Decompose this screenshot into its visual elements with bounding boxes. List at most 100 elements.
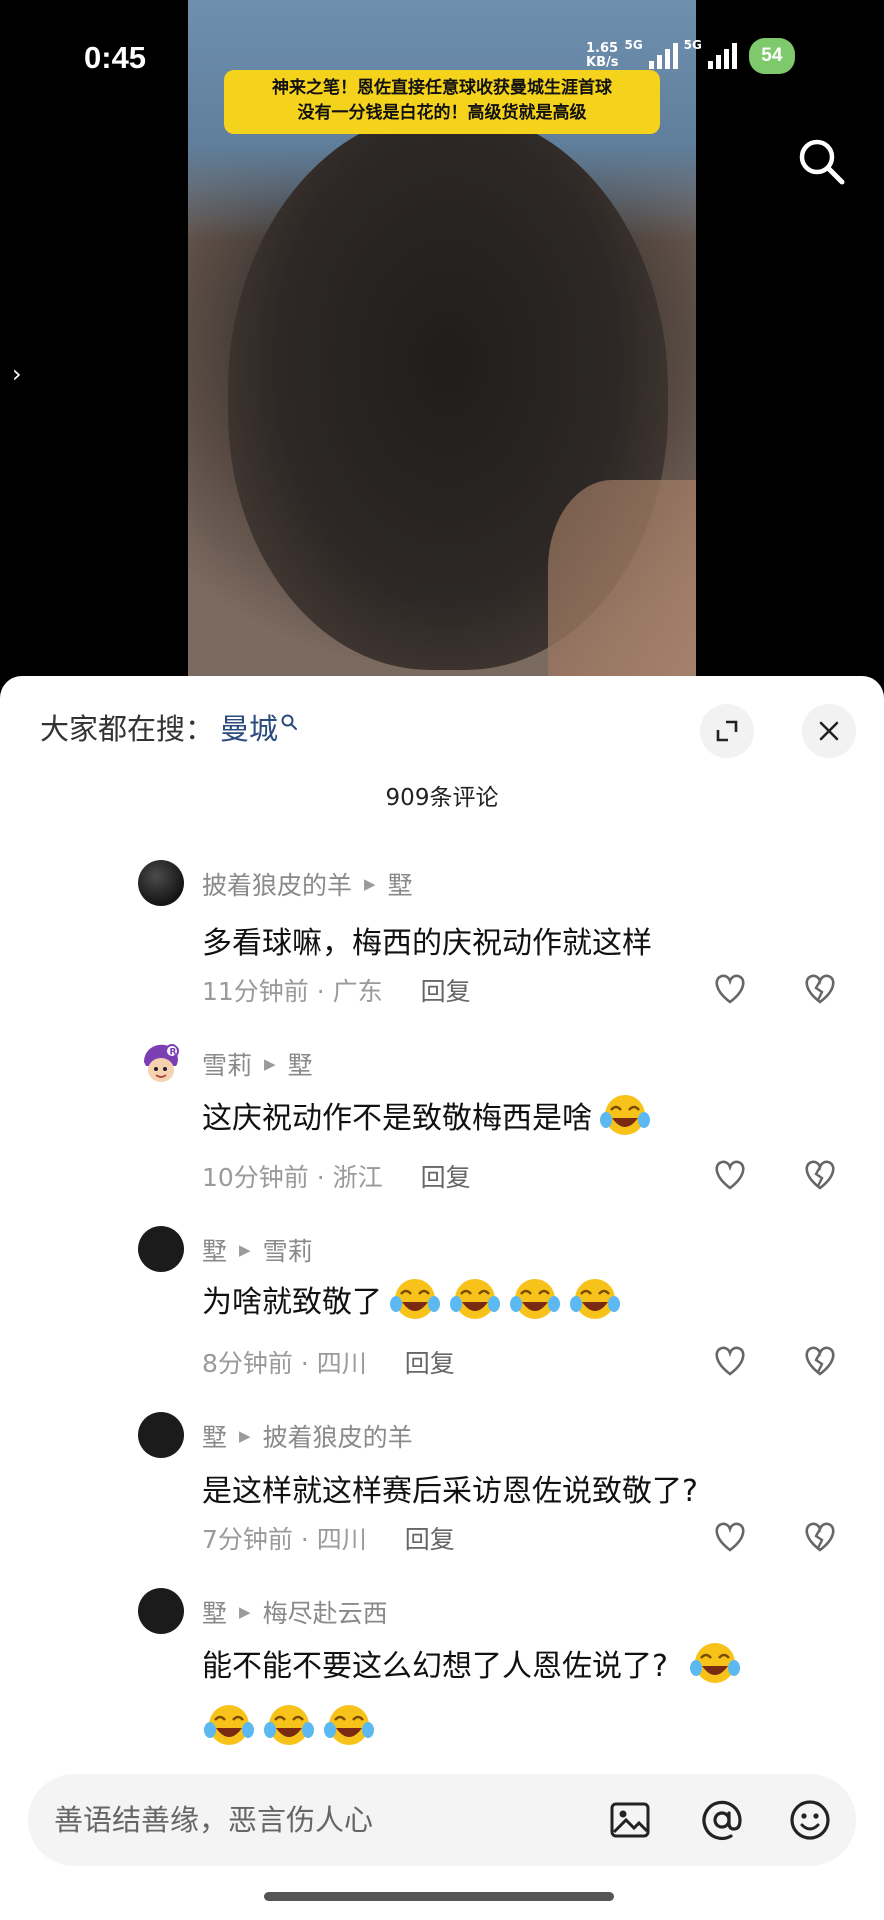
expand-icon bbox=[716, 720, 738, 742]
side-panel-arrow[interactable]: › bbox=[12, 360, 32, 390]
comment-emoji-row bbox=[202, 1702, 376, 1748]
svg-text:R: R bbox=[170, 1048, 177, 1058]
broken-heart-icon[interactable] bbox=[800, 1154, 840, 1194]
reply-to-name[interactable]: 墅 bbox=[388, 866, 413, 902]
comment-location: 四川 bbox=[316, 1525, 367, 1554]
author-name[interactable]: 墅 bbox=[202, 1594, 227, 1630]
heart-icon[interactable] bbox=[710, 1516, 750, 1556]
comment-text-body: 这庆祝动作不是致敬梅西是啥 bbox=[202, 1101, 592, 1136]
smiley-icon[interactable] bbox=[786, 1796, 834, 1844]
broken-heart-icon[interactable] bbox=[800, 1516, 840, 1556]
search-icon bbox=[281, 714, 298, 730]
comment-text: 多看球嘛，梅西的庆祝动作就这样 bbox=[202, 918, 652, 962]
comment-location: 四川 bbox=[316, 1349, 367, 1378]
comment-author: 雪莉 ▶ 墅 bbox=[202, 1046, 313, 1082]
comment-text: 这庆祝动作不是致敬梅西是啥 bbox=[202, 1092, 652, 1138]
network-speed: 1.65 KB/s bbox=[586, 42, 618, 70]
comment-input[interactable] bbox=[54, 1798, 574, 1842]
reply-button[interactable]: 回复 bbox=[421, 977, 471, 1006]
comment-text-body: 能不能不要这么幻想了人恩佐说了? bbox=[202, 1649, 668, 1684]
home-indicator[interactable] bbox=[264, 1892, 614, 1901]
laughing-crying-emoji-icon bbox=[689, 1643, 740, 1683]
author-name[interactable]: 墅 bbox=[202, 1232, 227, 1268]
comment-time: 8分钟前 bbox=[202, 1349, 293, 1378]
video-caption-line-2: 没有一分钱是白花的！高级货就是高级 bbox=[297, 103, 587, 123]
reply-arrow-icon: ▶ bbox=[239, 1603, 251, 1621]
comment-meta: 10分钟前 · 浙江 回复 bbox=[202, 1158, 471, 1194]
comment-text-body: 是这样就这样赛后采访恩佐说致敬了? bbox=[202, 1474, 698, 1509]
avatar[interactable] bbox=[138, 1412, 184, 1458]
network-type-2: 5G bbox=[683, 38, 702, 52]
avatar[interactable] bbox=[138, 1226, 184, 1272]
avatar[interactable]: R bbox=[138, 1040, 184, 1086]
author-name[interactable]: 披着狼皮的羊 bbox=[202, 866, 352, 902]
video-player[interactable]: 神来之笔！恩佐直接任意球收获曼城生涯首球 没有一分钱是白花的！高级货就是高级 0… bbox=[0, 0, 884, 700]
expand-button[interactable] bbox=[700, 704, 754, 758]
laughing-crying-emoji-icon bbox=[390, 1279, 440, 1319]
battery-icon: 54 bbox=[748, 38, 795, 74]
search-button[interactable] bbox=[794, 134, 850, 190]
comment-sheet: 大家都在搜： 曼城 909条评论 披着狼皮的羊 ▶ 墅 多看球嘛，梅西的庆祝动作… bbox=[0, 676, 884, 1920]
battery-level: 54 bbox=[761, 45, 783, 66]
video-caption-line-1: 神来之笔！恩佐直接任意球收获曼城生涯首球 bbox=[272, 78, 612, 98]
broken-heart-icon[interactable] bbox=[800, 1340, 840, 1380]
reply-button[interactable]: 回复 bbox=[405, 1525, 455, 1554]
comment-time: 11分钟前 bbox=[202, 977, 309, 1006]
reply-arrow-icon: ▶ bbox=[239, 1241, 251, 1259]
laughing-crying-emoji-icon bbox=[570, 1279, 620, 1319]
cartoon-avatar-icon: R bbox=[144, 1044, 179, 1082]
laughing-crying-emoji-icon bbox=[510, 1279, 560, 1319]
reply-arrow-icon: ▶ bbox=[239, 1427, 251, 1445]
trending-search[interactable]: 大家都在搜： 曼城 bbox=[40, 706, 298, 748]
comment-meta: 7分钟前 · 四川 回复 bbox=[202, 1520, 455, 1556]
search-icon bbox=[799, 139, 845, 185]
close-button[interactable] bbox=[802, 704, 856, 758]
comment-meta: 11分钟前 · 广东 回复 bbox=[202, 972, 471, 1008]
reply-to-name[interactable]: 雪莉 bbox=[263, 1232, 313, 1268]
comment-author: 墅 ▶ 披着狼皮的羊 bbox=[202, 1418, 413, 1454]
comment-text: 能不能不要这么幻想了人恩佐说了? bbox=[202, 1640, 742, 1686]
laughing-crying-emoji-icon bbox=[324, 1705, 374, 1745]
video-subject-shoulder bbox=[548, 480, 696, 700]
meta-separator: · bbox=[300, 1525, 317, 1554]
comment-text-body: 为啥就致敬了 bbox=[202, 1285, 382, 1320]
trending-label: 大家都在搜： bbox=[40, 712, 215, 746]
heart-icon[interactable] bbox=[710, 1340, 750, 1380]
heart-icon[interactable] bbox=[710, 968, 750, 1008]
comment-input-bar bbox=[28, 1774, 856, 1866]
comment-text: 是这样就这样赛后采访恩佐说致敬了? bbox=[202, 1466, 698, 1510]
comment-meta: 8分钟前 · 四川 回复 bbox=[202, 1344, 455, 1380]
image-icon[interactable] bbox=[606, 1796, 654, 1844]
author-name[interactable]: 雪莉 bbox=[202, 1046, 252, 1082]
comment-time: 10分钟前 bbox=[202, 1163, 309, 1192]
video-caption: 神来之笔！恩佐直接任意球收获曼城生涯首球 没有一分钱是白花的！高级货就是高级 bbox=[224, 70, 660, 134]
comment-author: 墅 ▶ 梅尽赴云西 bbox=[202, 1594, 388, 1630]
comment-time: 7分钟前 bbox=[202, 1525, 293, 1554]
comment-text-body: 多看球嘛，梅西的庆祝动作就这样 bbox=[202, 926, 652, 961]
reply-to-name[interactable]: 披着狼皮的羊 bbox=[263, 1418, 413, 1454]
heart-icon[interactable] bbox=[710, 1154, 750, 1194]
broken-heart-icon[interactable] bbox=[800, 968, 840, 1008]
author-name[interactable]: 墅 bbox=[202, 1418, 227, 1454]
meta-separator: · bbox=[316, 1163, 333, 1192]
trending-keyword[interactable]: 曼城 bbox=[220, 706, 278, 748]
reply-to-name[interactable]: 墅 bbox=[288, 1046, 313, 1082]
comment-location: 浙江 bbox=[332, 1163, 383, 1192]
signal-icon-2 bbox=[707, 43, 737, 69]
reply-button[interactable]: 回复 bbox=[421, 1163, 471, 1192]
signal-icon bbox=[648, 43, 678, 69]
laughing-crying-emoji-icon bbox=[450, 1279, 500, 1319]
comment-author: 墅 ▶ 雪莉 bbox=[202, 1232, 313, 1268]
laughing-crying-emoji-icon bbox=[204, 1705, 254, 1745]
reply-arrow-icon: ▶ bbox=[364, 875, 376, 893]
avatar[interactable] bbox=[138, 1588, 184, 1634]
at-icon[interactable] bbox=[698, 1796, 746, 1844]
laughing-crying-emoji-icon bbox=[600, 1095, 650, 1135]
reply-to-name[interactable]: 梅尽赴云西 bbox=[263, 1594, 388, 1630]
avatar[interactable] bbox=[138, 860, 184, 906]
meta-separator: · bbox=[300, 1349, 317, 1378]
meta-separator: · bbox=[316, 977, 333, 1006]
close-icon bbox=[819, 721, 839, 741]
comment-author: 披着狼皮的羊 ▶ 墅 bbox=[202, 866, 413, 902]
reply-button[interactable]: 回复 bbox=[405, 1349, 455, 1378]
